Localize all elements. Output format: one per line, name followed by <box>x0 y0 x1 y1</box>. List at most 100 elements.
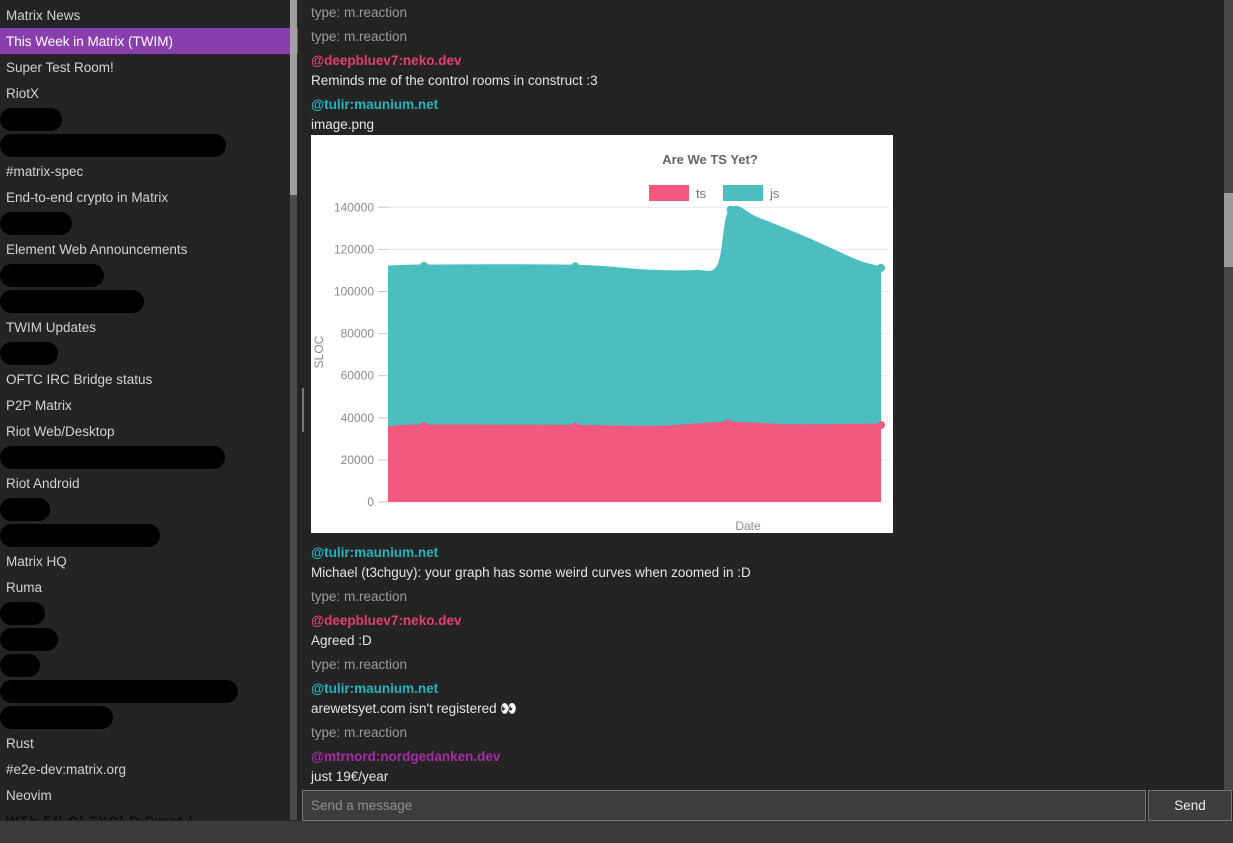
message-sender[interactable]: @deepbluev7:neko.dev <box>311 51 1224 71</box>
room-item[interactable]: #matrix-spec <box>0 158 298 184</box>
message-input[interactable] <box>302 790 1146 821</box>
room-item[interactable]: Rust <box>0 730 298 756</box>
room-item-redacted[interactable] <box>0 106 298 132</box>
svg-text:80000: 80000 <box>341 327 375 341</box>
room-item[interactable]: TWIM Updates <box>0 314 298 340</box>
room-item[interactable]: P2P Matrix <box>0 392 298 418</box>
message-list: type: m.reaction type: m.reaction @deepblu… <box>311 3 1224 811</box>
room-item-redacted[interactable] <box>0 444 298 470</box>
message-sender[interactable]: @deepbluev7:neko.dev <box>311 611 1224 631</box>
room-item[interactable]: Element Web Announcements <box>0 236 298 262</box>
room-name: RiotX <box>6 86 39 101</box>
room-item[interactable]: Ruma <box>0 574 298 600</box>
chat-panel: type: m.reaction type: m.reaction @deepblu… <box>300 0 1224 820</box>
room-item-redacted[interactable] <box>0 652 298 678</box>
svg-text:40000: 40000 <box>341 411 375 425</box>
message-meta: type: m.reaction <box>311 655 1224 675</box>
room-item[interactable]: Riot Web/Desktop <box>0 418 298 444</box>
room-name: Riot Android <box>6 476 80 491</box>
room-list: Matrix News This Week in Matrix (TWIM) Sup… <box>0 0 298 820</box>
message-sender[interactable]: @tulir:maunium.net <box>311 95 1224 115</box>
splitter-handle[interactable] <box>302 388 304 432</box>
room-item[interactable]: Neovim <box>0 782 298 808</box>
message-meta: type: m.reaction <box>311 27 1224 47</box>
message-sender[interactable]: @tulir:maunium.net <box>311 543 1224 563</box>
svg-text:ts: ts <box>696 186 707 201</box>
room-item[interactable]: Super Test Room! <box>0 54 298 80</box>
svg-text:Are We TS Yet?: Are We TS Yet? <box>662 152 758 167</box>
room-name: End-to-end crypto in Matrix <box>6 190 168 205</box>
room-item[interactable]: WTh Efl Ol TYOl D Pwwt ! <box>0 808 298 820</box>
room-name: Matrix HQ <box>6 554 67 569</box>
room-name: Matrix News <box>6 8 80 23</box>
room-item[interactable]: OFTC IRC Bridge status <box>0 366 298 392</box>
svg-text:js: js <box>769 186 780 201</box>
room-item[interactable]: Matrix News <box>0 2 298 28</box>
message-meta: type: m.reaction <box>311 723 1224 743</box>
redacted-room-name <box>0 108 62 131</box>
redacted-room-name <box>0 446 225 469</box>
room-item[interactable]: Matrix HQ <box>0 548 298 574</box>
message-body: image.png <box>311 115 1224 135</box>
room-item[interactable]: Riot Android <box>0 470 298 496</box>
chat-scrollbar[interactable] <box>1224 0 1233 791</box>
message-body: Agreed :D <box>311 631 1224 651</box>
svg-text:120000: 120000 <box>334 242 374 256</box>
room-item[interactable]: This Week in Matrix (TWIM) <box>0 28 298 54</box>
room-item-redacted[interactable] <box>0 600 298 626</box>
redacted-room-name <box>0 602 45 625</box>
room-item[interactable]: End-to-end crypto in Matrix <box>0 184 298 210</box>
chat-scrollbar-thumb[interactable] <box>1224 193 1233 267</box>
room-name: #e2e-dev:matrix.org <box>6 762 126 777</box>
room-item-redacted[interactable] <box>0 288 298 314</box>
redacted-room-name <box>0 134 226 157</box>
room-item-redacted[interactable] <box>0 678 298 704</box>
message-body: Reminds me of the control rooms in const… <box>311 71 1224 91</box>
room-name: P2P Matrix <box>6 398 72 413</box>
svg-text:SLOC: SLOC <box>312 335 326 368</box>
room-item[interactable]: #e2e-dev:matrix.org <box>0 756 298 782</box>
redacted-room-name <box>0 342 58 365</box>
room-item-redacted[interactable] <box>0 262 298 288</box>
message-sender[interactable]: @tulir:maunium.net <box>311 679 1224 699</box>
room-name: Super Test Room! <box>6 60 114 75</box>
svg-text:60000: 60000 <box>341 369 375 383</box>
room-name: This Week in Matrix (TWIM) <box>6 34 173 49</box>
room-item-redacted[interactable] <box>0 132 298 158</box>
redacted-room-name <box>0 706 113 729</box>
room-sidebar: Matrix News This Week in Matrix (TWIM) Sup… <box>0 0 298 820</box>
attached-chart-image[interactable]: 020000400006000080000100000120000140000A… <box>311 135 893 533</box>
svg-text:100000: 100000 <box>334 285 374 299</box>
redacted-room-name <box>0 524 160 547</box>
room-name: OFTC IRC Bridge status <box>6 372 152 387</box>
svg-text:Date: Date <box>735 519 761 533</box>
redacted-room-name <box>0 628 58 651</box>
message-body: just 19€/year <box>311 767 1224 787</box>
redacted-room-name <box>0 212 72 235</box>
message-sender[interactable]: @mtrnord:nordgedanken.dev <box>311 747 1224 767</box>
message-meta: type: m.reaction <box>311 3 1224 23</box>
send-button[interactable]: Send <box>1148 790 1232 821</box>
room-name: TWIM Updates <box>6 320 96 335</box>
svg-text:140000: 140000 <box>334 200 374 214</box>
room-item-redacted[interactable] <box>0 626 298 652</box>
message-body: arewetsyet.com isn't registered 👀 <box>311 699 1224 719</box>
message-meta: type: m.reaction <box>311 587 1224 607</box>
room-name: #matrix-spec <box>6 164 83 179</box>
room-item-redacted[interactable] <box>0 340 298 366</box>
room-item-redacted[interactable] <box>0 496 298 522</box>
status-strip <box>0 821 1233 843</box>
redacted-room-name <box>0 680 238 703</box>
room-item[interactable]: RiotX <box>0 80 298 106</box>
svg-text:0: 0 <box>367 495 374 509</box>
sidebar-scrollbar-thumb[interactable] <box>290 0 297 195</box>
room-name: Riot Web/Desktop <box>6 424 115 439</box>
redacted-room-name <box>0 654 40 677</box>
sidebar-scrollbar[interactable] <box>290 0 297 820</box>
redacted-room-name <box>0 290 144 313</box>
room-item-redacted[interactable] <box>0 210 298 236</box>
room-item-redacted[interactable] <box>0 704 298 730</box>
room-name: WTh Efl Ol TYOl D Pwwt ! <box>6 814 194 821</box>
room-item-redacted[interactable] <box>0 522 298 548</box>
message-composer: Send <box>302 790 1232 821</box>
